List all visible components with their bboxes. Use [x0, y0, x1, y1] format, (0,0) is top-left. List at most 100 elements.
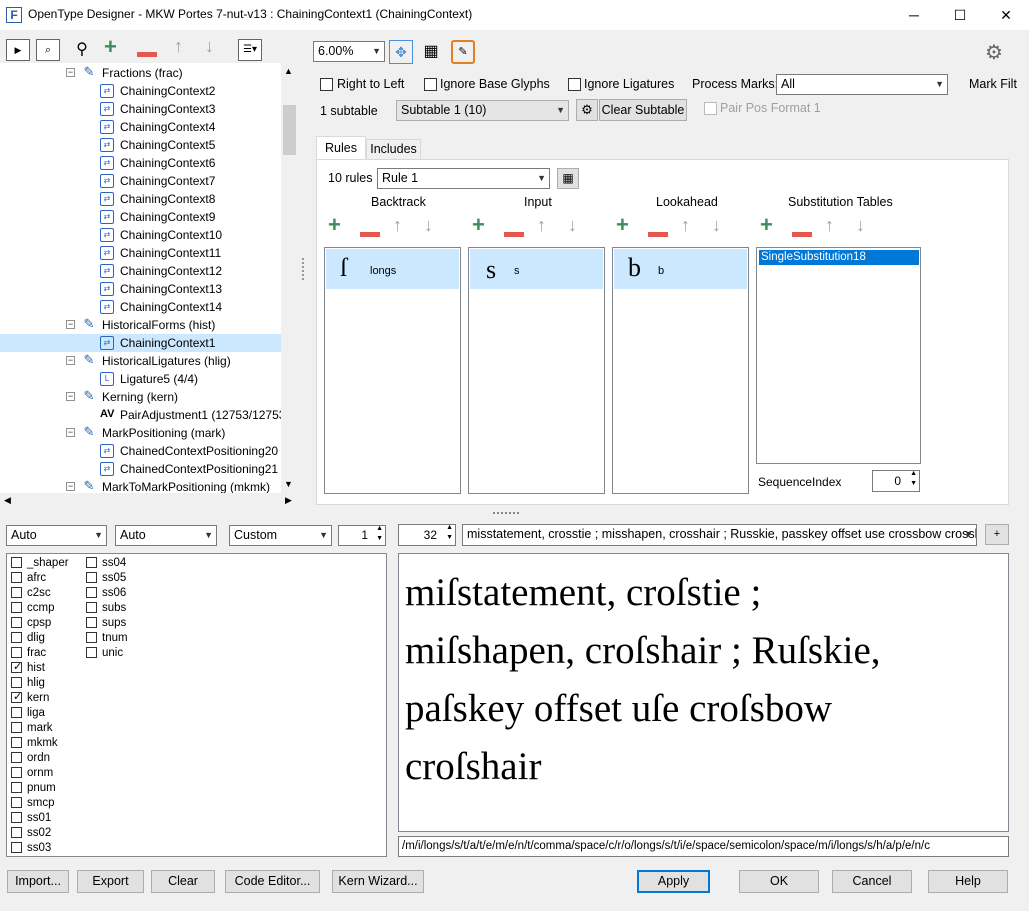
tree-lookup-row[interactable]: ⇄ ChainingContext6	[0, 154, 281, 172]
tree-vertical-scrollbar[interactable]: ▲ ▼	[281, 63, 298, 493]
lookahead-remove-icon[interactable]	[648, 226, 668, 240]
scroll-right-icon[interactable]: ▶	[285, 495, 292, 506]
binoculars-icon[interactable]: ⚲	[70, 39, 94, 61]
tree-lookup-row[interactable]: ⇄ ChainingContext11	[0, 244, 281, 262]
tree-lookup-row[interactable]: ⇄ ChainingContext5	[0, 136, 281, 154]
feature-checkbox[interactable]	[11, 557, 22, 568]
subst-remove-icon[interactable]	[792, 226, 812, 240]
subtable-select[interactable]: Subtable 1 (10) ▼	[396, 100, 569, 121]
tree-feature-row[interactable]: − ✎ MarkPositioning (mark)	[0, 424, 281, 442]
feature-checkbox[interactable]	[11, 587, 22, 598]
apply-button[interactable]: Apply	[637, 870, 710, 893]
preview-text-select[interactable]: misstatement, crosstie ; misshapen, cros…	[462, 524, 977, 546]
feature-checkbox[interactable]	[11, 812, 22, 823]
ignore-base-glyphs-checkbox[interactable]	[424, 78, 437, 91]
feature-checkbox[interactable]	[86, 617, 97, 628]
kern-wizard-button[interactable]: Kern Wizard...	[332, 870, 424, 893]
tree-feature-row[interactable]: − ✎ Fractions (frac)	[0, 64, 281, 82]
subst-down-icon[interactable]: ↓	[856, 215, 865, 236]
feature-checkbox[interactable]	[86, 602, 97, 613]
input-remove-icon[interactable]	[504, 226, 524, 240]
close-button[interactable]: ✕	[983, 0, 1029, 30]
splitter-handle[interactable]	[302, 258, 305, 280]
rule-select[interactable]: Rule 1 ▼	[377, 168, 550, 189]
subst-add-icon[interactable]: +	[760, 212, 773, 238]
rule-editor-icon[interactable]: ▦	[557, 168, 579, 189]
input-down-icon[interactable]: ↓	[568, 215, 577, 236]
lookahead-add-icon[interactable]: +	[616, 212, 629, 238]
tree-lookup-row[interactable]: ⇄ ChainingContext10	[0, 226, 281, 244]
feature-checkbox[interactable]	[11, 827, 22, 838]
tree-lookup-row[interactable]: ⇄ ChainingContext1	[0, 334, 281, 352]
clear-button[interactable]: Clear	[151, 870, 215, 893]
tree-feature-row[interactable]: − ✎ HistoricalForms (hist)	[0, 316, 281, 334]
view-menu-icon[interactable]: ☰▾	[238, 39, 262, 61]
tab-rules[interactable]: Rules	[316, 136, 366, 160]
tree-feature-row[interactable]: − ✎ HistoricalLigatures (hlig)	[0, 352, 281, 370]
feature-checkbox[interactable]	[11, 767, 22, 778]
backtrack-add-icon[interactable]: +	[328, 212, 341, 238]
tree-lookup-row[interactable]: ⇄ ChainingContext7	[0, 172, 281, 190]
minimize-button[interactable]: ─	[891, 0, 937, 30]
horizontal-splitter[interactable]	[493, 512, 519, 514]
import-button[interactable]: Import...	[7, 870, 69, 893]
clear-subtable-button[interactable]: Clear Subtable	[599, 99, 687, 121]
tree-lookup-row[interactable]: ⇄ ChainingContext2	[0, 82, 281, 100]
ignore-ligatures-checkbox[interactable]	[568, 78, 581, 91]
tree-lookup-row[interactable]: ⇄ ChainingContext13	[0, 280, 281, 298]
settings-gear-icon[interactable]: ⚙	[985, 40, 1003, 65]
lookup-tree[interactable]: − ✎ Fractions (frac) ⇄ ChainingContext2 ⇄ Chai…	[0, 63, 298, 493]
scroll-left-icon[interactable]: ◀	[4, 495, 11, 506]
collapse-icon[interactable]: −	[66, 320, 75, 329]
feature-list[interactable]: _shaperafrc c2sc ccmp cpsp dlig frac hist hlig k…	[6, 553, 387, 857]
size-down-icon[interactable]: ▼	[446, 534, 453, 541]
size-up-icon[interactable]: ▲	[446, 524, 453, 531]
tree-feature-row[interactable]: − ✎ MarkToMarkPositioning (mkmk)	[0, 478, 281, 493]
feature-checkbox[interactable]	[11, 722, 22, 733]
subst-table-item[interactable]: SingleSubstitution18	[759, 250, 919, 265]
language-select[interactable]: Auto ▼	[115, 525, 217, 546]
feature-checkbox[interactable]	[11, 842, 22, 853]
scroll-thumb[interactable]	[283, 105, 296, 155]
feature-checkbox[interactable]	[11, 647, 22, 658]
input-item[interactable]: s s	[470, 249, 603, 289]
tree-lookup-row[interactable]: L Ligature5 (4/4)	[0, 370, 281, 388]
tab-includes[interactable]: Includes	[366, 139, 421, 160]
ok-button[interactable]: OK	[739, 870, 819, 893]
help-button[interactable]: Help	[928, 870, 1008, 893]
pair-pos-format-checkbox[interactable]	[704, 102, 717, 115]
code-editor-button[interactable]: Code Editor...	[225, 870, 320, 893]
maximize-button[interactable]: ☐	[937, 0, 983, 30]
feature-checkbox[interactable]	[11, 617, 22, 628]
tree-lookup-row[interactable]: ⇄ ChainingContext14	[0, 298, 281, 316]
add-icon[interactable]: +	[104, 34, 117, 60]
count-down-icon[interactable]: ▼	[376, 535, 383, 542]
feature-checkbox[interactable]	[11, 602, 22, 613]
tree-lookup-row[interactable]: AV PairAdjustment1 (12753/12753)	[0, 406, 289, 424]
lookahead-item[interactable]: b b	[614, 249, 747, 289]
move-up-icon[interactable]: ↑	[174, 36, 183, 57]
script-select[interactable]: Auto ▼	[6, 525, 107, 546]
feature-checkbox[interactable]	[11, 737, 22, 748]
font-size-spinner[interactable]: 32 ▲ ▼	[398, 524, 456, 546]
count-up-icon[interactable]: ▲	[376, 525, 383, 532]
backtrack-up-icon[interactable]: ↑	[393, 215, 402, 236]
input-list[interactable]: s s	[468, 247, 605, 494]
search-icon[interactable]: ⌕	[36, 39, 60, 61]
tree-lookup-row[interactable]: ⇄ ChainingContext12	[0, 262, 281, 280]
feature-checkbox[interactable]	[11, 707, 22, 718]
feature-checkbox[interactable]	[11, 782, 22, 793]
export-button[interactable]: Export	[77, 870, 144, 893]
add-preview-text-button[interactable]: +	[985, 524, 1009, 545]
collapse-icon[interactable]: −	[66, 428, 75, 437]
cancel-button[interactable]: Cancel	[832, 870, 912, 893]
feature-checkbox[interactable]	[11, 660, 22, 675]
collapse-icon[interactable]: −	[66, 392, 75, 401]
feature-mode-select[interactable]: Custom ▼	[229, 525, 332, 546]
scroll-down-icon[interactable]: ▼	[284, 479, 293, 489]
move-down-icon[interactable]: ↓	[205, 36, 214, 57]
glyph-grid-icon[interactable]: ▦	[420, 42, 442, 62]
collapse-icon[interactable]: −	[66, 482, 75, 491]
spin-down-icon[interactable]: ▼	[910, 480, 917, 487]
substitution-tables-list[interactable]: SingleSubstitution18	[756, 247, 921, 464]
